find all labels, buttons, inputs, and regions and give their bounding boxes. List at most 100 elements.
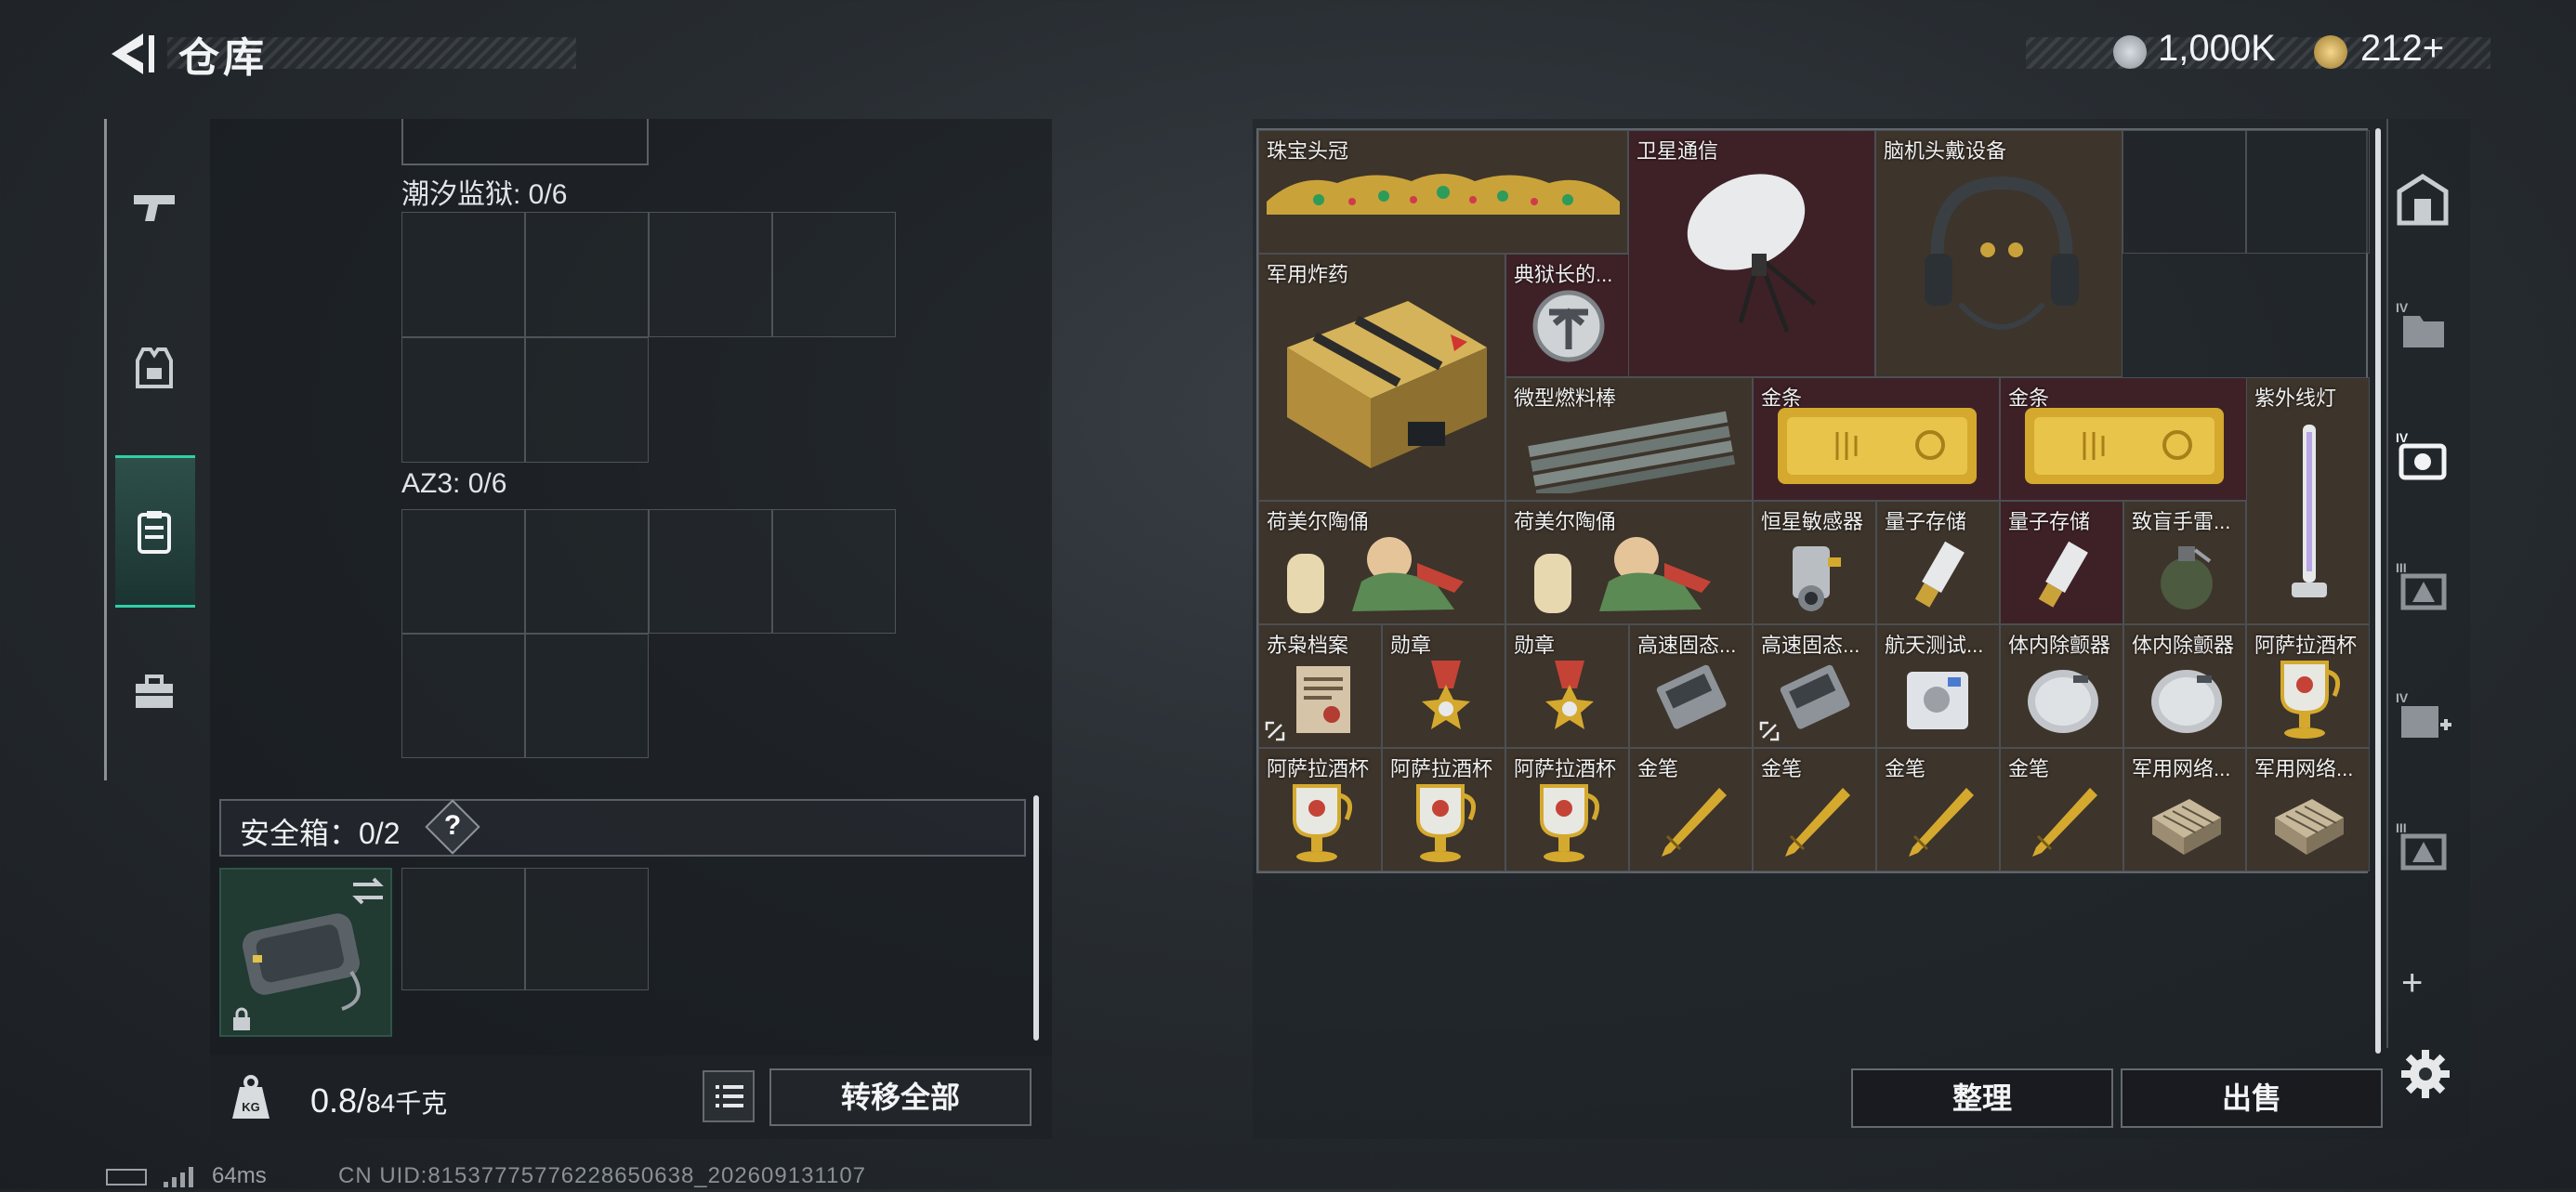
- ping-value: 64ms: [212, 1163, 267, 1188]
- stash-iv-folder-icon[interactable]: IV: [2394, 297, 2451, 355]
- defibrillator-icon: [2151, 670, 2222, 733]
- stash-item[interactable]: 体内除颤器: [2000, 624, 2123, 748]
- stash-iv-plus-icon[interactable]: IV: [2394, 688, 2451, 745]
- gear-icon[interactable]: [2399, 1048, 2451, 1100]
- gold-bar-icon: [2025, 408, 2224, 484]
- stash-item[interactable]: 高速固态...: [1753, 624, 1876, 748]
- transfer-all-button[interactable]: 转移全部: [769, 1068, 1032, 1126]
- item-name: 金笔: [2008, 757, 2050, 780]
- item-name: 高速固态...: [1761, 634, 1860, 657]
- stash-item[interactable]: 量子存储: [1876, 501, 2000, 624]
- stash-item[interactable]: 高速固态...: [1629, 624, 1753, 748]
- item-name: 致盲手雷...: [2132, 510, 2231, 533]
- fuel-rods-icon: [1528, 411, 1736, 493]
- toolbox-icon[interactable]: [130, 669, 178, 717]
- stash-item[interactable]: 典狱长的...: [1505, 254, 1629, 377]
- container-grid-az3[interactable]: [401, 509, 896, 758]
- stash-item[interactable]: 军用网络...: [2246, 748, 2370, 871]
- backpack-icon[interactable]: [130, 507, 178, 556]
- network-module-icon: [2275, 799, 2344, 855]
- stash-scrollbar[interactable]: [2375, 128, 2381, 1054]
- stash-item[interactable]: 赤枭档案: [1258, 624, 1382, 748]
- stash-iv-camera-icon[interactable]: IV: [2394, 427, 2451, 485]
- stash-item[interactable]: 珠宝头冠: [1258, 130, 1628, 254]
- weight-max: 84千克: [366, 1089, 448, 1118]
- headset-device-icon: [1925, 176, 2079, 330]
- stash-item[interactable]: 紫外线灯: [2246, 377, 2370, 624]
- item-name: 勋章: [1390, 634, 1432, 657]
- item-name: 脑机头戴设备: [1884, 139, 2007, 163]
- page-title: 仓库: [178, 35, 268, 81]
- weight-kg-icon: KG: [230, 1074, 271, 1120]
- stash-item[interactable]: 荷美尔陶俑: [1505, 501, 1753, 624]
- safe-box-grid[interactable]: [401, 868, 649, 990]
- item-name: 量子存储: [2008, 510, 2091, 533]
- goblet-icon: [2280, 661, 2341, 739]
- pistol-icon[interactable]: [130, 184, 178, 232]
- stash-iii-warning-icon[interactable]: III: [2394, 818, 2451, 875]
- satellite-dish-icon: [1687, 174, 1817, 333]
- back-arrow-icon[interactable]: [102, 28, 158, 80]
- list-view-button[interactable]: [703, 1070, 755, 1122]
- organize-button[interactable]: 整理: [1851, 1068, 2113, 1128]
- container-label-az3: AZ3: 0/6: [401, 468, 507, 499]
- stash-home-icon[interactable]: [2394, 171, 2451, 229]
- stash-item[interactable]: 量子存储: [2000, 501, 2123, 624]
- stash-item[interactable]: 军用炸药: [1258, 254, 1505, 501]
- stash-iii-warning-icon[interactable]: III: [2394, 557, 2451, 615]
- item-name: 体内除颤器: [2132, 634, 2235, 657]
- marked-tag-icon: [1265, 721, 1285, 741]
- goblet-icon: [1540, 784, 1600, 862]
- silver-coin-icon: [2113, 35, 2147, 69]
- goblet-icon: [1293, 784, 1353, 862]
- gold-currency-value: 212+: [2360, 28, 2445, 69]
- test-device-icon: [1907, 672, 1968, 729]
- swap-icon[interactable]: [349, 875, 387, 911]
- stash-item[interactable]: 脑机头戴设备: [1875, 130, 2123, 377]
- stash-item[interactable]: 阿萨拉酒杯: [1382, 748, 1505, 871]
- stash-item[interactable]: 微型燃料棒: [1505, 377, 1753, 501]
- marked-tag-icon: [1759, 721, 1780, 741]
- usb-drive-icon: [1914, 541, 1965, 608]
- stash-item[interactable]: 金条: [1753, 377, 2000, 501]
- star-sensor-icon: [1793, 546, 1841, 611]
- ssd-icon: [1780, 664, 1850, 729]
- stash-item[interactable]: 恒星敏感器: [1753, 501, 1876, 624]
- archive-folder-icon: [1296, 666, 1350, 733]
- safe-box-item[interactable]: [219, 868, 392, 1037]
- stash-item[interactable]: 勋章: [1382, 624, 1505, 748]
- container-label-tidal-prison: 潮汐监狱: 0/6: [401, 179, 568, 210]
- stash-item[interactable]: 金笔: [1876, 748, 2000, 871]
- empty-slot[interactable]: [2123, 130, 2246, 254]
- empty-slot[interactable]: [2246, 130, 2370, 254]
- armor-vest-icon[interactable]: [130, 344, 178, 392]
- left-scrollbar[interactable]: [1033, 795, 1039, 1041]
- defibrillator-icon: [2028, 670, 2098, 733]
- stash-item[interactable]: 卫星通信: [1628, 130, 1875, 377]
- item-name: 紫外线灯: [2254, 386, 2337, 410]
- stash-item[interactable]: 军用网络...: [2123, 748, 2246, 871]
- stash-item[interactable]: 金笔: [2000, 748, 2123, 871]
- battery-icon: [106, 1169, 147, 1185]
- lock-icon: [230, 1007, 253, 1036]
- stash-item[interactable]: 阿萨拉酒杯: [1258, 748, 1382, 871]
- stash-item[interactable]: 航天测试...: [1876, 624, 2000, 748]
- stash-item[interactable]: 体内除颤器: [2123, 624, 2246, 748]
- stash-item[interactable]: 致盲手雷...: [2123, 501, 2246, 624]
- sell-button[interactable]: 出售: [2121, 1068, 2383, 1128]
- item-name: 卫星通信: [1636, 139, 1719, 163]
- add-stash-icon[interactable]: +: [2401, 963, 2423, 1004]
- stash-item[interactable]: 阿萨拉酒杯: [1505, 748, 1629, 871]
- container-grid-tidal-prison[interactable]: [401, 212, 896, 463]
- item-name: 微型燃料棒: [1514, 386, 1617, 410]
- silver-currency-value: 1,000K: [2158, 28, 2276, 69]
- stash-item[interactable]: 金笔: [1629, 748, 1753, 871]
- stash-item[interactable]: 阿萨拉酒杯: [2246, 624, 2370, 748]
- item-name: 体内除颤器: [2008, 634, 2111, 657]
- stash-item[interactable]: 金笔: [1753, 748, 1876, 871]
- usb-drive-icon: [2038, 541, 2088, 608]
- stash-item[interactable]: 金条: [2000, 377, 2247, 501]
- stash-item[interactable]: 荷美尔陶俑: [1258, 501, 1505, 624]
- stash-item[interactable]: 勋章: [1505, 624, 1629, 748]
- medal-icon: [1422, 661, 1470, 729]
